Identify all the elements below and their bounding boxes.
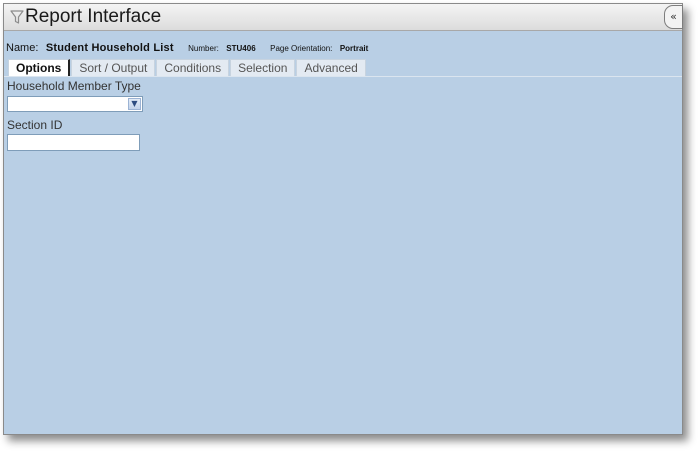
report-name-label: Name: (6, 42, 39, 54)
page-orientation-value: Portrait (339, 44, 369, 53)
household-member-type-label: Household Member Type (7, 79, 141, 93)
filter-icon (10, 10, 24, 24)
report-number-value: STU406 (226, 44, 256, 53)
tab-advanced[interactable]: Advanced (296, 59, 366, 76)
report-info: Name: Student Household List Number: STU… (6, 38, 676, 54)
household-member-type-value (8, 101, 11, 113)
page-orientation-label: Page Orientation: (270, 44, 333, 53)
tab-options[interactable]: Options (8, 59, 71, 77)
chevron-down-icon[interactable]: ▼ (128, 98, 141, 110)
report-tabs: Options Sort / Output Conditions Selection A… (8, 59, 367, 77)
collapse-button[interactable]: « (664, 5, 683, 29)
report-number-label: Number: (188, 44, 219, 53)
report-name-value: Student Household List (45, 42, 174, 54)
title-bar: Report Interface « (4, 4, 683, 31)
tab-conditions[interactable]: Conditions (156, 59, 230, 76)
tab-sort-output[interactable]: Sort / Output (71, 59, 156, 76)
section-id-label: Section ID (7, 118, 63, 132)
report-interface-window: Report Interface « Name: Student Househo… (3, 3, 683, 435)
window-title: Report Interface (25, 6, 162, 27)
section-id-input[interactable] (7, 134, 140, 151)
tab-selection[interactable]: Selection (230, 59, 296, 76)
household-member-type-select[interactable]: ▼ (7, 96, 143, 112)
tabs-divider (4, 76, 682, 77)
